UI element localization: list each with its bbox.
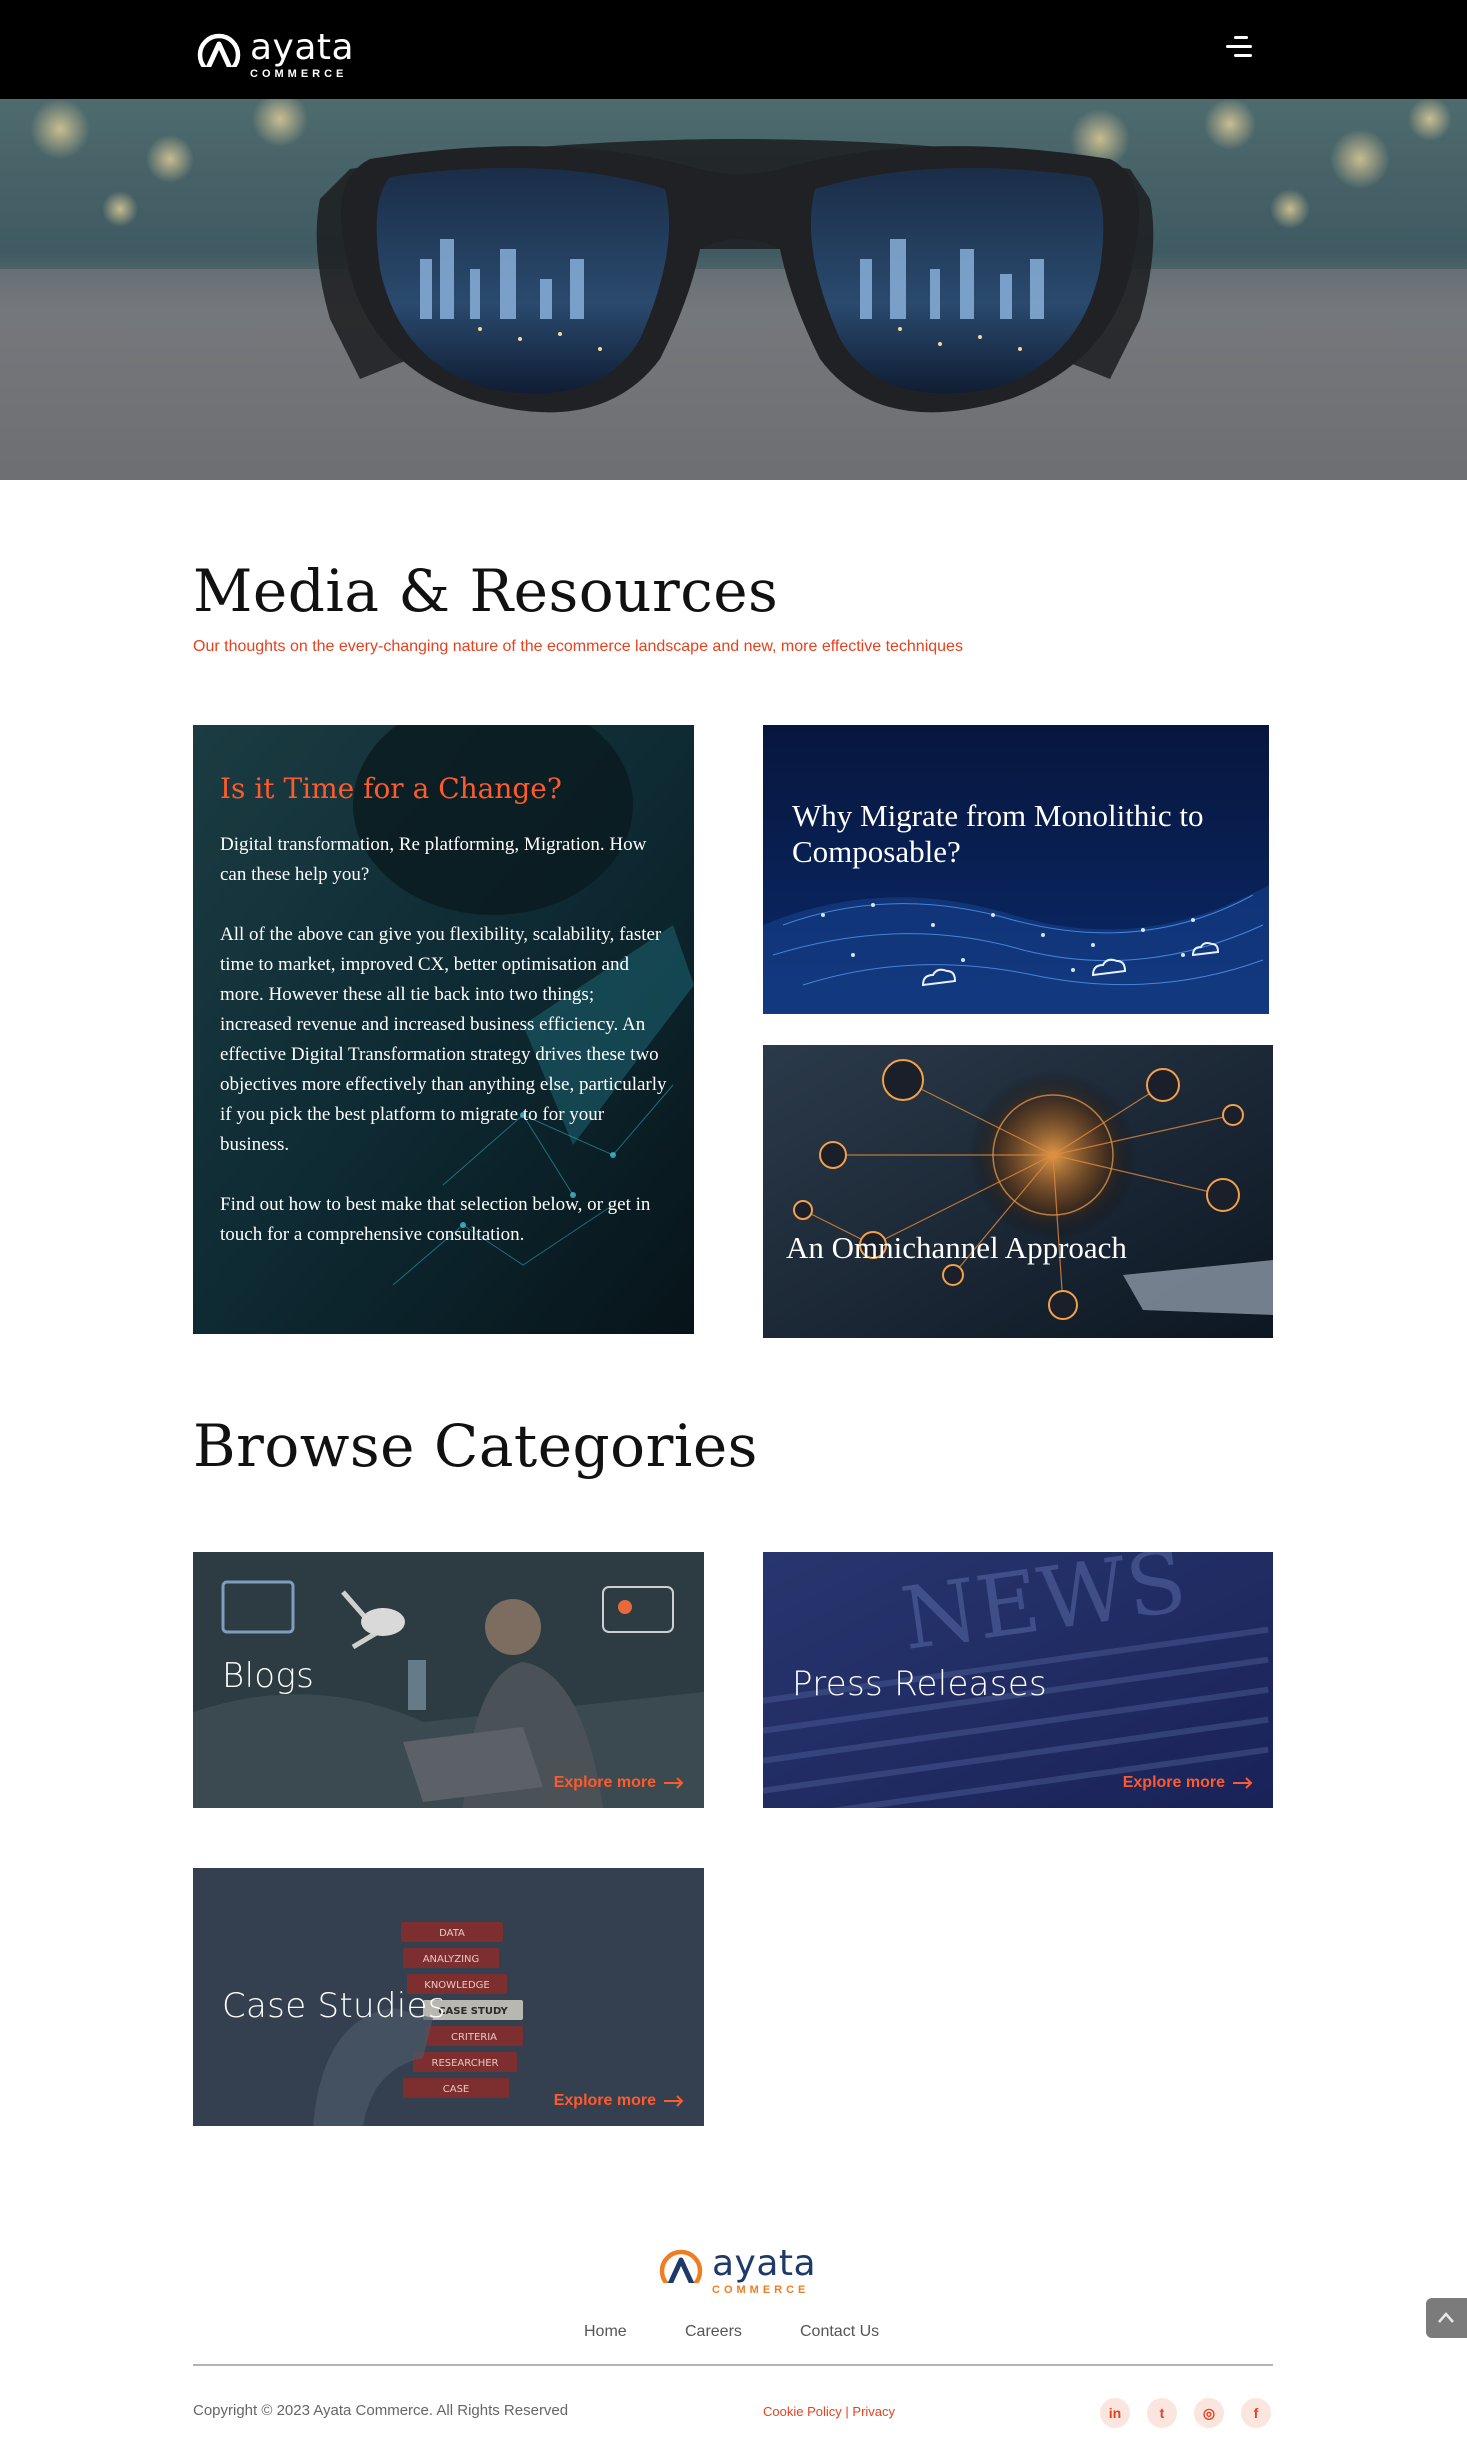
ayata-logo-icon [658,2249,704,2294]
block-word: DATA [439,1928,465,1939]
article-omnichannel-network-image [763,1045,1273,1338]
arrow-right-icon [1233,1777,1253,1789]
block-word: CASE [443,2084,470,2095]
footer-divider [193,2364,1273,2366]
ayata-logo-icon [196,33,242,78]
privacy-link[interactable]: Privacy [852,2404,895,2419]
intro-heading: Is it Time for a Change? [220,772,562,805]
linkedin-icon[interactable]: in [1100,2398,1130,2428]
legal-separator: | [845,2404,849,2419]
instagram-icon[interactable]: ◎ [1194,2398,1224,2428]
article-card-omnichannel[interactable]: An Omnichannel Approach [763,1045,1273,1338]
block-word: CASE STUDY [438,2006,508,2017]
category-card-blogs[interactable]: Blogs Explore more [193,1552,704,1808]
category-card-press-releases[interactable]: NEWS Press Releases Explore more [763,1552,1273,1808]
intro-paragraph: Digital transformation, Re platforming, … [220,834,647,885]
media-resources-title: Media & Resources [193,557,779,625]
explore-more-link[interactable]: Explore more [1123,1774,1253,1792]
explore-more-link[interactable]: Explore more [554,2092,684,2110]
media-resources-subtitle: Our thoughts on the every-changing natur… [193,638,963,655]
category-label: Press Releases [792,1664,1048,1704]
footer-nav-home[interactable]: Home [584,2323,627,2341]
header-logo[interactable]: ayata COMMERCE [196,30,354,80]
block-word: RESEARCHER [432,2058,499,2069]
logo-wordmark: ayata [712,2243,817,2284]
footer-nav-contact-us[interactable]: Contact Us [800,2323,879,2341]
hamburger-menu-icon[interactable] [1222,33,1258,63]
site-header: ayata COMMERCE [0,0,1467,99]
copyright-text: Copyright © 2023 Ayata Commerce. All Rig… [193,2402,569,2419]
category-label: Blogs [222,1656,315,1696]
explore-more-label: Explore more [1122,1774,1225,1791]
hero-banner [0,99,1467,480]
intro-paragraph: All of the above can give you flexibilit… [220,924,667,1155]
hero-eyeglasses-image [0,99,1467,480]
explore-more-label: Explore more [553,1774,656,1791]
category-label: Case Studies [222,1986,446,2026]
intro-card: Is it Time for a Change? Digital transfo… [193,725,694,1334]
explore-more-label: Explore more [553,2092,656,2109]
block-word: ANALYZING [423,1954,480,1965]
browse-categories-title: Browse Categories [193,1412,758,1480]
facebook-icon[interactable]: f [1241,2398,1271,2428]
block-word: CRITERIA [451,2032,497,2043]
cookie-policy-link[interactable]: Cookie Policy [763,2404,842,2419]
twitter-icon[interactable]: t [1147,2398,1177,2428]
article-title: Why Migrate from Monolithic to Composabl… [792,798,1204,869]
article-card-monolithic-composable[interactable]: Why Migrate from Monolithic to Composabl… [763,725,1269,1014]
logo-tagline: COMMERCE [712,2284,810,2296]
logo-wordmark: ayata [250,27,355,68]
article-title: An Omnichannel Approach [786,1230,1127,1265]
intro-paragraph: Find out how to best make that selection… [220,1194,651,1245]
chevron-up-icon [1438,2312,1454,2323]
category-card-case-studies[interactable]: DATA ANALYZING KNOWLEDGE CASE STUDY CRIT… [193,1868,704,2126]
scroll-to-top-button[interactable] [1426,2298,1467,2338]
arrow-right-icon [664,1777,684,1789]
footer-nav-careers[interactable]: Careers [685,2323,742,2341]
explore-more-link[interactable]: Explore more [554,1774,684,1792]
footer-logo[interactable]: ayata COMMERCE [658,2246,816,2296]
legal-links: Cookie Policy | Privacy [763,2404,895,2419]
logo-tagline: COMMERCE [250,68,348,80]
arrow-right-icon [664,2095,684,2107]
